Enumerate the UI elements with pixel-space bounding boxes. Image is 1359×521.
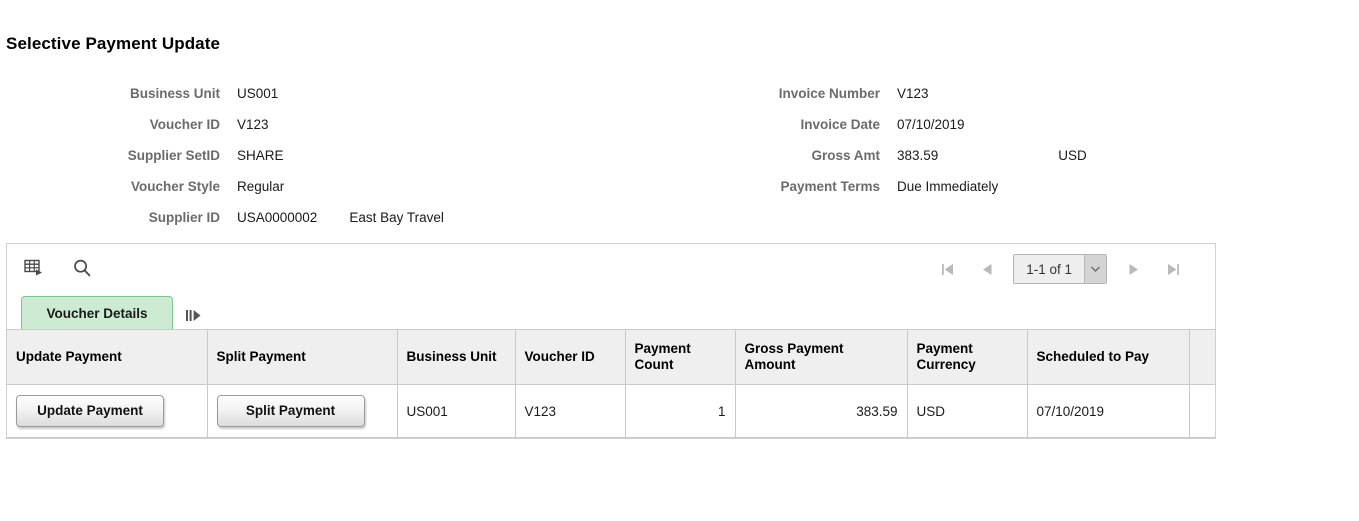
next-page-icon[interactable] (1113, 253, 1153, 285)
field-value-invoice-date: 07/10/2019 (897, 117, 965, 132)
field-payment-terms: Payment Terms Due Immediately (660, 171, 1320, 202)
field-gross-amt: Gross Amt 383.59 USD (660, 140, 1320, 171)
grid-personalize-icon-svg (24, 259, 42, 276)
tab-voucher-details-label: Voucher Details (46, 305, 148, 321)
voucher-details-grid: 1-1 of 1 Voucher Details Update Payment … (6, 243, 1216, 439)
next-page-icon-svg (1129, 263, 1138, 275)
grid-toolbar: 1-1 of 1 (7, 244, 1215, 294)
field-label-supplier-setid: Supplier SetID (127, 148, 220, 163)
voucher-details-table: Update Payment Split Payment Business Un… (7, 329, 1215, 438)
cell-update-payment: Update Payment (7, 384, 208, 438)
chevron-down-icon-svg (1091, 266, 1100, 272)
grid-tabstrip: Voucher Details (7, 294, 1215, 329)
split-payment-button[interactable]: Split Payment (216, 394, 365, 428)
column-header-gross-payment-amount[interactable]: Gross Payment Amount (735, 329, 908, 385)
search-icon-svg (74, 259, 91, 277)
grid-toolbar-icons (21, 256, 95, 280)
field-supplier-setid: Supplier SetID SHARE (0, 140, 660, 171)
cell-payment-count: 1 (625, 384, 736, 438)
field-label-voucher-id: Voucher ID (149, 117, 220, 132)
field-value-payment-terms: Due Immediately (897, 179, 999, 194)
header-right-column: Invoice Number V123 Invoice Date 07/10/2… (660, 78, 1320, 202)
column-header-payment-count[interactable]: Payment Count (625, 329, 736, 385)
cell-split-payment: Split Payment (207, 384, 398, 438)
field-label-invoice-number: Invoice Number (778, 86, 880, 101)
field-value-gross-amt-currency: USD (1058, 148, 1087, 163)
previous-page-icon-svg (982, 263, 992, 275)
column-header-voucher-id[interactable]: Voucher ID (515, 329, 626, 385)
show-next-columns-icon[interactable] (185, 308, 202, 323)
cell-gross-payment-amount: 383.59 (735, 384, 908, 438)
column-header-spacer (1189, 329, 1215, 385)
column-header-update-payment[interactable]: Update Payment (7, 329, 208, 385)
tab-voucher-details[interactable]: Voucher Details (21, 296, 173, 329)
cell-payment-currency: USD (907, 384, 1028, 438)
first-page-icon[interactable] (927, 253, 967, 285)
last-page-icon-svg (1167, 263, 1179, 275)
cell-spacer (1189, 384, 1215, 438)
field-label-payment-terms: Payment Terms (780, 179, 880, 194)
field-value-voucher-id: V123 (237, 117, 269, 132)
cell-voucher-id: V123 (515, 384, 626, 438)
field-value-supplier-id: USA0000002 (237, 210, 318, 225)
chevron-down-icon[interactable] (1084, 255, 1106, 283)
field-invoice-date: Invoice Date 07/10/2019 (660, 109, 1320, 140)
table-row: Update Payment Split Payment US001 V123 … (7, 384, 1215, 438)
field-business-unit: Business Unit US001 (0, 78, 660, 109)
grid-pagination: 1-1 of 1 (927, 252, 1193, 286)
field-value-voucher-style: Regular (237, 179, 285, 194)
cell-business-unit: US001 (397, 384, 516, 438)
field-label-supplier-id: Supplier ID (148, 210, 220, 225)
field-value-invoice-number: V123 (897, 86, 929, 101)
column-header-payment-currency[interactable]: Payment Currency (907, 329, 1028, 385)
page-range-label: 1-1 of 1 (1014, 255, 1084, 283)
field-value-supplier-setid: SHARE (237, 148, 284, 163)
table-header-row: Update Payment Split Payment Business Un… (7, 329, 1215, 385)
search-icon[interactable] (69, 256, 95, 280)
field-value-business-unit: US001 (237, 86, 279, 101)
previous-page-icon[interactable] (967, 253, 1007, 285)
show-next-columns-icon-svg (186, 310, 201, 321)
first-page-icon-svg (941, 263, 953, 275)
field-label-business-unit: Business Unit (129, 86, 220, 101)
field-value-gross-amt: 383.59 (897, 148, 939, 163)
field-supplier-id: Supplier ID USA0000002 East Bay Travel (0, 202, 660, 233)
grid-personalize-icon[interactable] (21, 256, 47, 280)
page-title: Selective Payment Update (6, 34, 221, 53)
column-header-split-payment[interactable]: Split Payment (207, 329, 398, 385)
column-header-scheduled-to-pay[interactable]: Scheduled to Pay (1027, 329, 1190, 385)
last-page-icon[interactable] (1153, 253, 1193, 285)
field-value-supplier-name: East Bay Travel (349, 210, 444, 225)
update-payment-button[interactable]: Update Payment (16, 394, 164, 428)
field-invoice-number: Invoice Number V123 (660, 78, 1320, 109)
header-left-column: Business Unit US001 Voucher ID V123 Supp… (0, 78, 660, 233)
field-voucher-style: Voucher Style Regular (0, 171, 660, 202)
field-label-gross-amt: Gross Amt (811, 148, 880, 163)
field-label-invoice-date: Invoice Date (800, 117, 880, 132)
column-header-business-unit[interactable]: Business Unit (397, 329, 516, 385)
field-label-voucher-style: Voucher Style (130, 179, 220, 194)
field-voucher-id: Voucher ID V123 (0, 109, 660, 140)
cell-scheduled-to-pay: 07/10/2019 (1027, 384, 1190, 438)
page-range-selector[interactable]: 1-1 of 1 (1013, 254, 1107, 284)
